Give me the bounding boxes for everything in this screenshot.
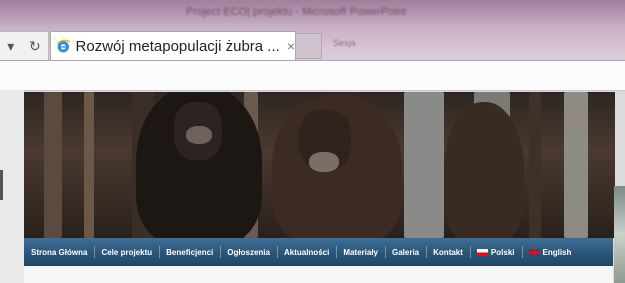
menu-item-polski[interactable]: Polski (469, 238, 522, 266)
menu-item-polski-label: Polski (490, 247, 515, 257)
bison-right (444, 102, 524, 238)
active-tab[interactable]: Rozwój metapopulacji żubra ... × (50, 31, 296, 60)
menu-item-cele-projektu[interactable]: Cele projektu (94, 238, 159, 266)
flag-uk-icon (528, 248, 540, 256)
menu-item-ogloszenia[interactable]: Ogłoszenia (220, 238, 277, 266)
nav-controls: ▾ ↻ (0, 31, 49, 61)
menu-item-english-label: English (542, 247, 572, 257)
menu-item-aktualnosci[interactable]: Aktualności (276, 238, 336, 266)
background-tab-label: Sesja (333, 38, 356, 48)
address-bar[interactable] (0, 60, 625, 91)
menu-item-materialy[interactable]: Materiały (336, 238, 385, 266)
header-banner-image (24, 92, 615, 238)
ie-icon (57, 39, 71, 53)
flag-pl-icon (476, 248, 488, 256)
menu-item-kontakt[interactable]: Kontakt (426, 238, 470, 266)
page-left-margin (0, 90, 24, 283)
page-content (24, 266, 613, 283)
main-menu: Strona Główna Cele projektu Beneficjenci… (24, 238, 613, 266)
menu-item-english[interactable]: English (521, 238, 579, 266)
background-window-edge (614, 186, 625, 283)
new-tab-button[interactable] (296, 33, 322, 59)
close-icon[interactable]: × (287, 38, 295, 54)
refresh-icon[interactable]: ↻ (29, 38, 41, 55)
menu-item-beneficjenci[interactable]: Beneficjenci (159, 238, 220, 266)
browser-chrome: Project ECO| projektu - Microsoft PowerP… (0, 0, 625, 92)
tab-title: Rozwój metapopulacji żubra ... (75, 37, 280, 55)
background-window-text: Project ECO| projektu - Microsoft PowerP… (186, 6, 406, 18)
chevron-down-icon[interactable]: ▾ (7, 38, 14, 55)
menu-item-strona-glowna[interactable]: Strona Główna (24, 238, 94, 266)
menu-item-galeria[interactable]: Galeria (385, 238, 426, 266)
